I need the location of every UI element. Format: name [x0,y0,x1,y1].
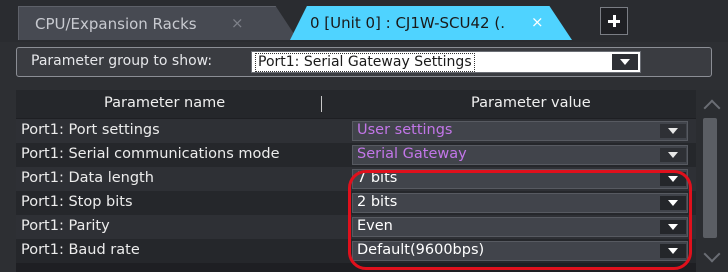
table-row[interactable]: Port1: Parity Even [16,215,696,239]
parameter-value-dropdown[interactable]: 7 bits [352,169,688,189]
parameter-name: Port1: Serial communications mode [21,146,280,162]
parameter-group-dropdown[interactable]: Port1: Serial Gateway Settings [251,51,641,73]
column-header-name[interactable]: Parameter name [104,95,225,111]
chevron-down-icon[interactable] [660,172,686,186]
parameter-value-dropdown[interactable]: Serial Gateway [352,145,688,165]
parameter-name: Port1: Baud rate [21,242,140,258]
column-header-value[interactable]: Parameter value [471,95,591,111]
plus-icon[interactable] [600,7,628,35]
table-row[interactable]: Port1: Port settings User settings [16,119,696,143]
parameter-value: Serial Gateway [357,146,467,162]
close-icon[interactable]: × [231,14,244,32]
chevron-down-icon[interactable] [660,148,686,162]
chevron-down-icon[interactable] [660,196,686,210]
close-icon[interactable]: × [531,13,544,31]
parameter-name: Port1: Stop bits [21,194,133,210]
parameter-value: 7 bits [357,170,398,186]
tab-label: 0 [Unit 0] : CJ1W-SCU42 (. [310,14,505,32]
column-divider[interactable] [321,96,322,112]
table-row[interactable]: Port1: Baud rate Default(9600bps) [16,239,696,263]
parameter-value: Even [357,218,393,234]
parameter-value-dropdown[interactable]: Even [352,217,688,237]
chevron-up-icon[interactable] [700,96,724,114]
parameter-group-label: Parameter group to show: [31,53,213,69]
parameter-grid: Parameter name Parameter value Port1: Po… [16,90,728,272]
chevron-down-icon[interactable] [660,220,686,234]
vertical-scrollbar[interactable] [696,90,728,272]
parameter-value: User settings [357,122,453,138]
parameter-name: Port1: Parity [21,218,110,234]
chevron-down-icon[interactable] [700,248,724,266]
grid-header: Parameter name Parameter value [16,90,696,118]
parameter-name: Port1: Data length [21,170,154,186]
parameter-group-value: Port1: Serial Gateway Settings [255,53,475,72]
tab-label: CPU/Expansion Racks [35,15,197,33]
chevron-down-icon[interactable] [612,54,638,70]
chevron-down-icon[interactable] [660,124,686,138]
parameter-value-dropdown[interactable]: Default(9600bps) [352,241,688,261]
tab-strip: CPU/Expansion Racks × 0 [Unit 0] : CJ1W-… [0,0,728,42]
parameter-value: 2 bits [357,194,398,210]
parameter-value-dropdown[interactable]: User settings [352,121,688,141]
table-row[interactable]: Port1: Stop bits 2 bits [16,191,696,215]
parameter-value-dropdown[interactable]: 2 bits [352,193,688,213]
parameter-value: Default(9600bps) [357,242,485,258]
chevron-down-icon[interactable] [660,244,686,258]
parameter-name: Port1: Port settings [21,122,160,138]
scrollbar-thumb[interactable] [703,118,717,238]
table-row[interactable]: Port1: Data length 7 bits [16,167,696,191]
tab-unit-0[interactable]: 0 [Unit 0] : CJ1W-SCU42 (. × [290,6,572,40]
tab-cpu-expansion-racks[interactable]: CPU/Expansion Racks × [18,6,298,40]
table-row[interactable]: Port1: Serial communications mode Serial… [16,143,696,167]
parameter-group-filter: Parameter group to show: Port1: Serial G… [16,47,712,77]
